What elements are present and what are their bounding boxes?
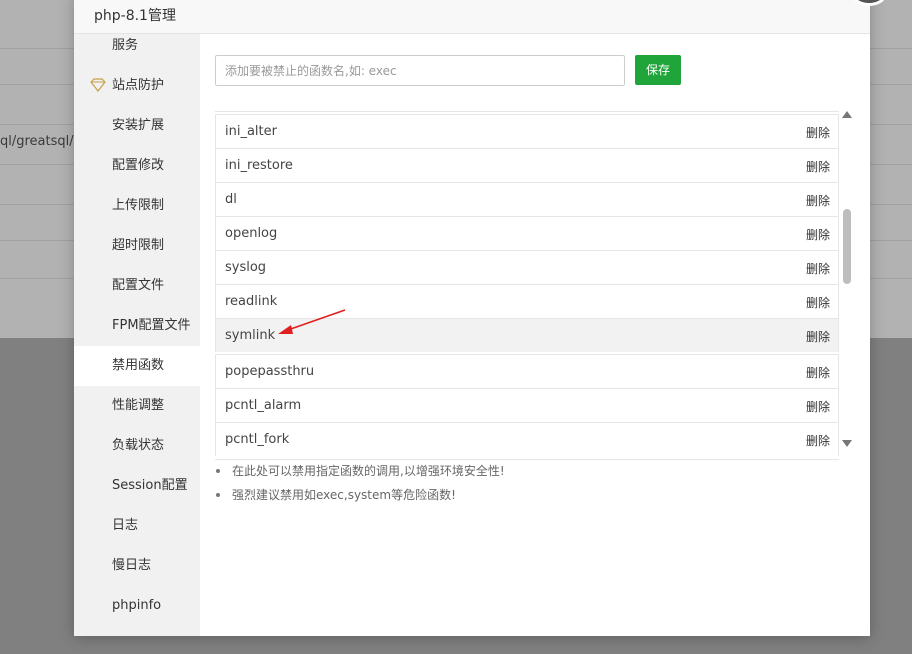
scroll-down-arrow-icon[interactable]: [842, 440, 852, 447]
delete-link[interactable]: 删除: [806, 294, 830, 311]
sidebar: 服务站点防护安装扩展配置修改上传限制超时限制配置文件 FPM配置文件 禁用函数性能调…: [74, 34, 200, 636]
function-name: popepassthru: [225, 364, 315, 379]
tip-text: 强烈建议禁用如exec,system等危险函数!: [232, 488, 456, 502]
sidebar-item[interactable]: 日志: [74, 506, 200, 546]
delete-link[interactable]: 删除: [806, 398, 830, 415]
sidebar-item-label: 禁用函数: [112, 358, 165, 373]
sidebar-item[interactable]: 站点防护: [74, 66, 200, 106]
function-name: openlog: [225, 226, 278, 241]
diamond-icon: [90, 78, 106, 92]
sidebar-item-label: 慢日志: [112, 558, 152, 573]
function-name: dl: [225, 192, 237, 207]
sidebar-item-label: 性能调整: [112, 398, 165, 413]
function-name: symlink: [225, 328, 276, 343]
table-row: ini_restore 删除: [215, 148, 839, 182]
sidebar-item[interactable]: FPM配置文件: [74, 306, 200, 346]
sidebar-item-label: 上传限制: [112, 198, 165, 213]
sidebar-item-label: 安装扩展: [112, 118, 165, 133]
table-row: pcntl_alarm 删除: [215, 388, 839, 422]
function-name: readlink: [225, 294, 278, 309]
scroll-up-arrow-icon[interactable]: [842, 111, 852, 118]
sidebar-item[interactable]: 安装扩展: [74, 106, 200, 146]
tips-list: 在此处可以禁用指定函数的调用,以增强环境安全性! 强烈建议禁用如exec,sys…: [216, 459, 836, 507]
function-name: syslog: [225, 260, 267, 275]
delete-link[interactable]: 删除: [806, 226, 830, 243]
tip-item: 强烈建议禁用如exec,system等危险函数!: [216, 483, 836, 507]
delete-link[interactable]: 删除: [806, 364, 830, 381]
sidebar-item-label: 超时限制: [112, 238, 165, 253]
function-name: pcntl_fork: [225, 432, 290, 447]
scroll-thumb[interactable]: [843, 209, 851, 284]
sidebar-item[interactable]: 上传限制: [74, 186, 200, 226]
sidebar-item-label: FPM配置文件: [112, 318, 191, 333]
sidebar-item[interactable]: 负载状态: [74, 426, 200, 466]
table-row: popepassthru 删除: [215, 354, 839, 388]
function-name: ini_restore: [225, 158, 293, 173]
tip-item: 在此处可以禁用指定函数的调用,以增强环境安全性!: [216, 459, 836, 483]
php-manager-dialog: php-8.1管理 服务站点防护安装扩展配置修改上传限制超时限制配置文件 FPM配…: [74, 0, 886, 636]
delete-link[interactable]: 删除: [806, 158, 830, 175]
sidebar-item[interactable]: phpinfo: [74, 586, 200, 626]
sidebar-item[interactable]: 慢日志: [74, 546, 200, 586]
sidebar-item-label: 服务: [112, 38, 139, 53]
delete-link[interactable]: 删除: [806, 328, 830, 345]
delete-link[interactable]: 删除: [806, 260, 830, 277]
sidebar-item[interactable]: 配置文件: [74, 266, 200, 306]
sidebar-item-label: 配置修改: [112, 158, 165, 173]
table-row: pcntl_fork 删除: [215, 422, 839, 456]
table-row: dl 删除: [215, 182, 839, 216]
sidebar-item-label: phpinfo: [112, 598, 162, 613]
delete-link[interactable]: 删除: [806, 432, 830, 449]
function-name: ini_alter: [225, 124, 277, 139]
delete-link[interactable]: 删除: [806, 192, 830, 209]
sidebar-item-label: Session配置: [112, 478, 188, 493]
sidebar-item[interactable]: 超时限制: [74, 226, 200, 266]
sidebar-item[interactable]: 配置修改: [74, 146, 200, 186]
table-row: syslog 删除: [215, 250, 839, 284]
sidebar-item[interactable]: 性能调整: [74, 386, 200, 426]
bullet-icon: [216, 469, 220, 473]
function-name: pcntl_alarm: [225, 398, 302, 413]
save-button[interactable]: 保存: [635, 55, 681, 85]
delete-link[interactable]: 删除: [806, 124, 830, 141]
sidebar-item-label: 站点防护: [112, 78, 165, 93]
sidebar-item[interactable]: Session配置: [74, 466, 200, 506]
sidebar-item-label: 负载状态: [112, 438, 165, 453]
table-row: openlog 删除: [215, 216, 839, 250]
tip-text: 在此处可以禁用指定函数的调用,以增强环境安全性!: [232, 464, 505, 478]
table-row: symlink 删除: [215, 318, 839, 352]
sidebar-item-label: 配置文件: [112, 278, 165, 293]
table-row: readlink 删除: [215, 284, 839, 318]
bullet-icon: [216, 493, 220, 497]
table-row: ini_alter 删除: [215, 114, 839, 148]
sidebar-item[interactable]: 禁用函数: [74, 346, 200, 386]
list-scrollbar[interactable]: [840, 111, 854, 460]
main-panel: 保存 ini_alter 删除 ini_restore 删除 dl 删除 openlog 删除…: [200, 34, 870, 636]
dialog-title: php-8.1管理: [94, 8, 176, 24]
sidebar-item-label: 日志: [112, 518, 139, 533]
sidebar-item[interactable]: 服务: [74, 26, 200, 66]
function-name-input[interactable]: [215, 55, 625, 86]
disabled-functions-list[interactable]: ini_alter 删除 ini_restore 删除 dl 删除 openlog 删除 sys…: [215, 111, 839, 460]
